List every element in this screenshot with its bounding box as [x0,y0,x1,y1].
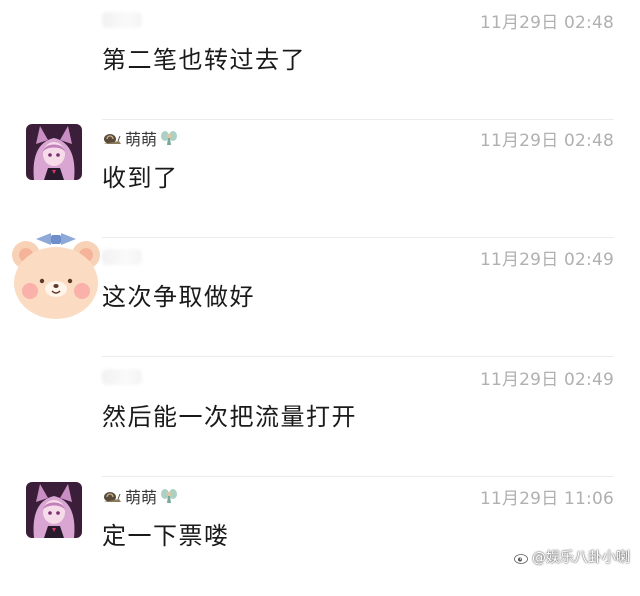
message-item[interactable]: 11月29日 02:49 这次争取做好 [0,237,640,357]
avatar[interactable] [26,482,82,538]
message-text: 这次争取做好 [102,283,255,311]
message-item[interactable]: 11月29日 02:48 第二笔也转过去了 [0,0,640,120]
message-time: 11月29日 02:48 [479,13,614,33]
anime-girl-avatar-icon [26,124,82,180]
message-time: 11月29日 02:49 [479,250,614,270]
chat-message-list: 11月29日 02:48 第二笔也转过去了 萌萌 11月29日 02:48 收到 [0,0,640,575]
message-item[interactable]: 11月29日 02:49 然后能一次把流量打开 [0,357,640,477]
bear-avatar-icon [6,225,106,325]
message-text: 第二笔也转过去了 [102,46,306,74]
blurred-sender-name [102,12,142,28]
blurred-sender-name [102,249,142,265]
message-time: 11月29日 11:06 [479,489,614,509]
sender-row [102,365,142,389]
sender-name: 萌萌 [125,488,158,507]
snail-icon [103,492,121,502]
fairy-icon [161,489,178,503]
sender-name: 萌萌 [125,130,158,149]
message-text: 收到了 [102,164,179,192]
sender-row [102,245,142,269]
sender-row: 萌萌 [102,484,178,508]
avatar[interactable] [26,124,82,180]
message-text: 定一下票喽 [102,522,230,550]
weibo-logo-icon [514,550,530,564]
watermark: @娱乐八卦小喇 [514,547,630,567]
avatar[interactable] [6,225,106,325]
sender-row [102,8,142,32]
message-item[interactable]: 萌萌 11月29日 02:48 收到了 [0,118,640,238]
watermark-text: @娱乐八卦小喇 [532,550,630,566]
sender-row: 萌萌 [102,126,178,150]
message-time: 11月29日 02:49 [479,370,614,390]
snail-icon [103,134,121,144]
fairy-icon [161,131,178,145]
message-time: 11月29日 02:48 [479,131,614,151]
message-text: 然后能一次把流量打开 [102,403,357,431]
anime-girl-avatar-icon [26,482,82,538]
blurred-sender-name [102,369,142,385]
message-item[interactable]: 萌萌 11月29日 11:06 定一下票喽 [0,476,640,596]
